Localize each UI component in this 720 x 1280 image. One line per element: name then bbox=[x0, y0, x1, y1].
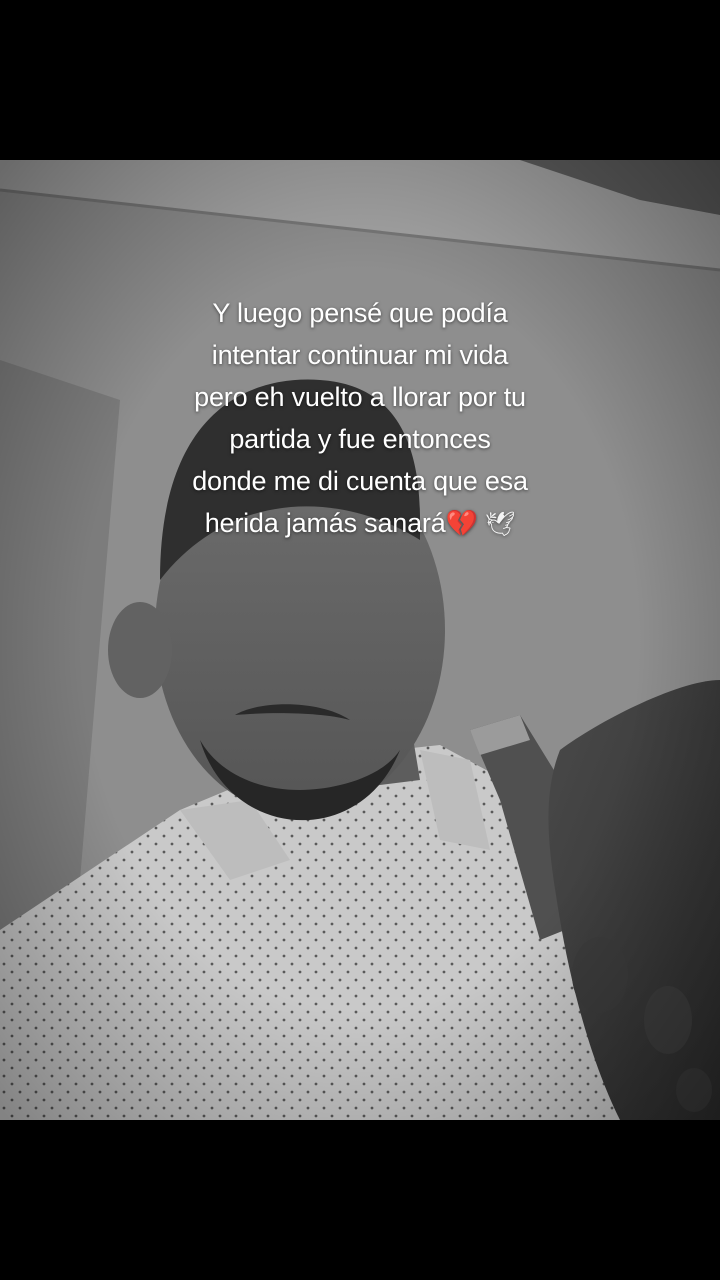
dove-icon: 🕊 bbox=[485, 510, 516, 538]
caption-line-6: herida jamás sanará💔 🕊 bbox=[140, 502, 580, 545]
video-frame: Y luego pensé que podía intentar continu… bbox=[0, 0, 720, 1280]
caption-line-1: Y luego pensé que podía bbox=[212, 298, 508, 328]
bottom-letterbox bbox=[0, 1120, 720, 1280]
caption-line-2: intentar continuar mi vida bbox=[211, 340, 509, 370]
caption-overlay: Y luego pensé que podía intentar continu… bbox=[140, 292, 580, 545]
caption-line-5: donde me di cuenta que esa bbox=[192, 466, 528, 496]
caption-line-6-text: herida jamás sanará bbox=[204, 508, 446, 538]
caption-line-4: partida y fue entonces bbox=[229, 424, 491, 454]
top-letterbox bbox=[0, 0, 720, 160]
caption-line-3: pero eh vuelto a llorar por tu bbox=[194, 382, 526, 412]
broken-heart-icon: 💔 bbox=[445, 509, 478, 539]
